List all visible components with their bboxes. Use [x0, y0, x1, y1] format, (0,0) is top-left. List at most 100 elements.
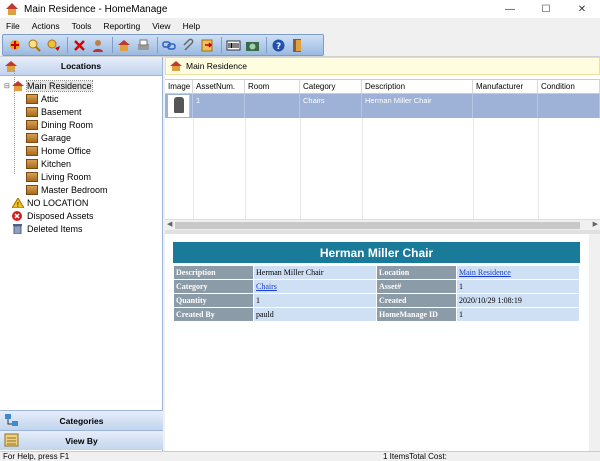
- col-image[interactable]: Image: [165, 80, 193, 93]
- add-asset-icon[interactable]: [7, 37, 24, 54]
- view-by-button[interactable]: View By: [0, 430, 163, 450]
- export-icon[interactable]: [199, 37, 216, 54]
- grid-empty-area: [165, 118, 600, 230]
- exit-icon[interactable]: [289, 37, 306, 54]
- box-icon: [26, 132, 38, 143]
- vertical-scrollbar[interactable]: [589, 234, 600, 451]
- house-icon: [170, 61, 182, 71]
- box-icon: [26, 93, 38, 104]
- menu-help[interactable]: Help: [183, 21, 200, 31]
- tree-item-label: Master Bedroom: [41, 184, 108, 195]
- tree-item-dining-room[interactable]: Dining Room: [4, 118, 162, 131]
- categories-button[interactable]: Categories: [0, 410, 163, 430]
- label-description: Description: [173, 265, 254, 280]
- tree-item-label: Garage: [41, 132, 72, 143]
- tree-item-garage[interactable]: Garage: [4, 131, 162, 144]
- collapse-icon[interactable]: ⊟: [4, 82, 12, 90]
- tree-item-master-bedroom[interactable]: Master Bedroom: [4, 183, 162, 196]
- menu-view[interactable]: View: [152, 21, 170, 31]
- locations-header[interactable]: Locations: [0, 57, 162, 76]
- box-icon: [26, 119, 38, 130]
- value-quantity: 1: [253, 293, 377, 308]
- value-asset: 1: [456, 279, 580, 294]
- menu-bar: File Actions Tools Reporting View Help: [0, 18, 600, 33]
- close-button[interactable]: ✕: [564, 0, 600, 18]
- breadcrumb-label: Main Residence: [186, 61, 247, 71]
- menu-reporting[interactable]: Reporting: [103, 21, 140, 31]
- chair-thumbnail: [168, 95, 190, 117]
- asset-grid: Image AssetNum. Room Category Descriptio…: [165, 79, 600, 230]
- help-icon[interactable]: ?: [270, 37, 287, 54]
- delete-icon[interactable]: [71, 37, 88, 54]
- category-link[interactable]: Chairs: [256, 282, 277, 291]
- col-assetnum[interactable]: AssetNum.: [193, 80, 245, 93]
- label-location: Location: [376, 265, 457, 280]
- menu-file[interactable]: File: [6, 21, 20, 31]
- tree-item-label: Main Residence: [26, 79, 93, 92]
- barcode-icon[interactable]: [225, 37, 242, 54]
- breadcrumb: Main Residence: [165, 57, 600, 75]
- tree-item-deleted-items[interactable]: Deleted Items: [4, 222, 162, 235]
- col-manufacturer[interactable]: Manufacturer: [473, 80, 538, 93]
- tree-item-label: Deleted Items: [27, 223, 83, 234]
- attach-icon[interactable]: [180, 37, 197, 54]
- tree-item-home-office[interactable]: Home Office: [4, 144, 162, 157]
- label-asset: Asset#: [376, 279, 457, 294]
- status-help: For Help, press F1: [3, 452, 70, 461]
- cell-image: [165, 94, 193, 118]
- tree-item-basement[interactable]: Basement: [4, 105, 162, 118]
- print-icon[interactable]: [135, 37, 152, 54]
- user-icon[interactable]: [90, 37, 107, 54]
- tree-item-label: Attic: [41, 93, 59, 104]
- locations-header-label: Locations: [60, 61, 102, 71]
- tree-item-label: Kitchen: [41, 158, 72, 169]
- app-house-icon: [6, 3, 18, 15]
- asset-detail-card: Herman Miller Chair Description Herman M…: [173, 242, 580, 322]
- asset-detail-table: Description Herman Miller Chair Location…: [173, 265, 580, 322]
- col-description[interactable]: Description: [362, 80, 473, 93]
- camera-icon[interactable]: [244, 37, 261, 54]
- window-title: Main Residence - HomeManage: [24, 3, 168, 15]
- label-created: Created: [376, 293, 457, 308]
- status-bar: For Help, press F1 1 Items Total Cost:: [0, 451, 600, 461]
- maximize-button[interactable]: ☐: [528, 0, 564, 18]
- minimize-button[interactable]: —: [492, 0, 528, 18]
- tree-item-kitchen[interactable]: Kitchen: [4, 157, 162, 170]
- main-area: Main Residence Image AssetNum. Room Cate…: [165, 57, 600, 451]
- scroll-right-icon[interactable]: ▶: [593, 220, 598, 228]
- house-icon: [4, 59, 19, 74]
- view-by-label: View By: [65, 435, 98, 446]
- link-icon[interactable]: [161, 37, 178, 54]
- box-icon: [26, 145, 38, 156]
- value-created: 2020/10/29 1:08:19: [456, 293, 580, 308]
- col-condition[interactable]: Condition: [538, 80, 600, 93]
- cell-condition: [538, 94, 600, 118]
- view-by-icon: [4, 433, 19, 448]
- scroll-thumb[interactable]: [175, 222, 580, 229]
- box-icon: [26, 171, 38, 182]
- col-room[interactable]: Room: [245, 80, 300, 93]
- tree-item-living-room[interactable]: Living Room: [4, 170, 162, 183]
- find-next-icon[interactable]: [45, 37, 62, 54]
- cell-manufacturer: [473, 94, 538, 118]
- menu-actions[interactable]: Actions: [32, 21, 60, 31]
- tree-item-label: Disposed Assets: [27, 210, 94, 221]
- home-icon[interactable]: [116, 37, 133, 54]
- table-row[interactable]: 1 Chairs Herman Miller Chair: [165, 94, 600, 118]
- scroll-left-icon[interactable]: ◀: [167, 220, 172, 228]
- search-icon[interactable]: [26, 37, 43, 54]
- tree-item-main-residence[interactable]: ⊟ Main Residence: [4, 79, 162, 92]
- tree-item-disposed-assets[interactable]: Disposed Assets: [4, 209, 162, 222]
- horizontal-scrollbar[interactable]: ◀ ▶: [165, 219, 600, 230]
- tree-item-no-location[interactable]: ! NO LOCATION: [4, 196, 162, 209]
- title-bar: Main Residence - HomeManage — ☐ ✕: [0, 0, 600, 18]
- value-homemanage-id: 1: [456, 307, 580, 322]
- tree-item-label: Basement: [41, 106, 82, 117]
- trash-icon: [12, 223, 24, 234]
- col-category[interactable]: Category: [300, 80, 362, 93]
- menu-tools[interactable]: Tools: [72, 21, 92, 31]
- status-total: Total Cost:: [409, 452, 447, 461]
- location-link[interactable]: Main Residence: [459, 268, 511, 277]
- tree-item-label: NO LOCATION: [27, 197, 89, 208]
- tree-item-attic[interactable]: Attic: [4, 92, 162, 105]
